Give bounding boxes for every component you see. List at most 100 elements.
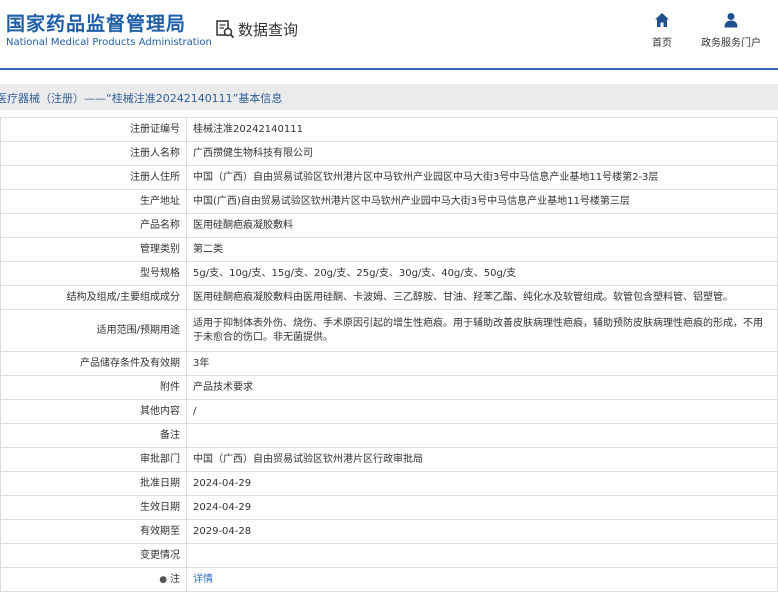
field-label-text: 型号规格 bbox=[140, 267, 180, 279]
field-label: 管理类别 bbox=[0, 237, 187, 262]
field-value-text: 适用于抑制体表外伤、烧伤、手术原因引起的增生性疤痕。用于辅助改善皮肤病理性疤痕，… bbox=[193, 317, 763, 343]
field-value: 产品技术要求 bbox=[186, 375, 778, 400]
field-value: 中国（广西）自由贸易试验区钦州港片区行政审批局 bbox=[186, 447, 778, 472]
table-row: 变更情况 bbox=[0, 543, 778, 568]
field-value-text: 产品技术要求 bbox=[193, 381, 253, 393]
nav-service-portal-label: 政务服务门户 bbox=[701, 38, 761, 49]
nav-home[interactable]: 首页 bbox=[650, 12, 674, 49]
field-label: 生产地址 bbox=[0, 189, 187, 214]
field-label: 型号规格 bbox=[0, 261, 187, 286]
field-label: 批准日期 bbox=[0, 471, 187, 496]
pin-icon: ● bbox=[159, 574, 170, 585]
site-header: 国家药品监督管理局 National Medical Products Admi… bbox=[0, 0, 778, 68]
field-value-text: 桂械注准20242140111 bbox=[193, 123, 303, 135]
field-value: 广西攒健生物科技有限公司 bbox=[186, 141, 778, 166]
data-query-label: 数据查询 bbox=[238, 20, 299, 39]
field-label-text: 结构及组成/主要组成成分 bbox=[66, 291, 180, 303]
field-value: 中国（广西）自由贸易试验区钦州港片区中马钦州产业园区中马大街3号中马信息产业基地… bbox=[186, 165, 778, 190]
field-value: 桂械注准20242140111 bbox=[186, 117, 778, 142]
field-label-text: 注 bbox=[170, 573, 180, 585]
field-value: 2024-04-29 bbox=[186, 471, 778, 496]
field-value: 详情 bbox=[186, 567, 778, 592]
field-value-text: 中国（广西）自由贸易试验区钦州港片区中马钦州产业园区中马大街3号中马信息产业基地… bbox=[193, 171, 659, 183]
table-row: 其他内容 / bbox=[0, 399, 778, 424]
table-row: 注册证编号 桂械注准20242140111 bbox=[0, 117, 778, 142]
field-label-text: 注册人名称 bbox=[130, 147, 180, 159]
field-value-text: 2024-04-29 bbox=[193, 477, 252, 489]
table-row: 产品名称 医用硅酮疤痕凝胶敷料 bbox=[0, 213, 778, 238]
field-label: 其他内容 bbox=[0, 399, 187, 424]
field-value bbox=[186, 423, 778, 448]
data-query-button[interactable]: 数据查询 bbox=[215, 19, 298, 39]
field-value: 2029-04-28 bbox=[186, 519, 778, 544]
table-row: 产品储存条件及有效期 3年 bbox=[0, 351, 778, 376]
field-value-text: 医用硅酮疤痕凝胶敷料 bbox=[193, 219, 293, 231]
field-label: ● 注 bbox=[0, 567, 187, 592]
field-value: 5g/支、10g/支、15g/支、20g/支、25g/支、30g/支、40g/支… bbox=[186, 261, 778, 286]
field-label-text: 附件 bbox=[160, 381, 180, 393]
details-link[interactable]: 详情 bbox=[193, 574, 213, 585]
table-row: 型号规格 5g/支、10g/支、15g/支、20g/支、25g/支、30g/支、4… bbox=[0, 261, 778, 286]
field-label: 注册人名称 bbox=[0, 141, 187, 166]
field-value-text: 5g/支、10g/支、15g/支、20g/支、25g/支、30g/支、40g/支… bbox=[193, 267, 517, 279]
field-label-text: 备注 bbox=[160, 429, 180, 441]
field-value: 中国(广西)自由贸易试验区钦州港片区中马钦州产业园中马大街3号中马信息产业基地1… bbox=[186, 189, 778, 214]
field-value: 适用于抑制体表外伤、烧伤、手术原因引起的增生性疤痕。用于辅助改善皮肤病理性疤痕，… bbox=[186, 309, 778, 352]
detail-title-bar: 医疗器械（注册）——“桂械注准20242140111”基本信息 bbox=[0, 84, 778, 110]
table-row: 备注 bbox=[0, 423, 778, 448]
nav-home-label: 首页 bbox=[652, 38, 672, 49]
field-label: 产品储存条件及有效期 bbox=[0, 351, 187, 376]
field-value-text: 3年 bbox=[193, 357, 210, 369]
field-label: 变更情况 bbox=[0, 543, 187, 568]
field-label: 注册证编号 bbox=[0, 117, 187, 142]
field-value-text: / bbox=[193, 405, 197, 417]
field-value bbox=[186, 543, 778, 568]
field-label-text: 生产地址 bbox=[140, 195, 180, 207]
field-label-text: 管理类别 bbox=[140, 243, 180, 255]
table-row: 注册人住所 中国（广西）自由贸易试验区钦州港片区中马钦州产业园区中马大街3号中马信… bbox=[0, 165, 778, 190]
table-row: 审批部门 中国（广西）自由贸易试验区钦州港片区行政审批局 bbox=[0, 447, 778, 472]
table-row: 生效日期 2024-04-29 bbox=[0, 495, 778, 520]
field-value-text: 中国(广西)自由贸易试验区钦州港片区中马钦州产业园中马大街3号中马信息产业基地1… bbox=[193, 195, 630, 207]
field-label: 注册人住所 bbox=[0, 165, 187, 190]
field-value: 医用硅酮疤痕凝胶敷料由医用硅酮、卡波姆、三乙醇胺、甘油、羟苯乙酯、纯化水及软管组… bbox=[186, 285, 778, 310]
field-label-text: 注册人住所 bbox=[130, 171, 180, 183]
table-row: ● 注详情 bbox=[0, 567, 778, 592]
field-value: / bbox=[186, 399, 778, 424]
field-label-text: 生效日期 bbox=[140, 501, 180, 513]
field-label-text: 变更情况 bbox=[140, 549, 180, 561]
search-document-icon bbox=[216, 20, 235, 39]
field-label: 结构及组成/主要组成成分 bbox=[0, 285, 187, 310]
field-label-text: 适用范围/预期用途 bbox=[96, 324, 180, 336]
table-row: 注册人名称 广西攒健生物科技有限公司 bbox=[0, 141, 778, 166]
field-label: 有效期至 bbox=[0, 519, 187, 544]
field-label: 生效日期 bbox=[0, 495, 187, 520]
site-logo-title[interactable]: 国家药品监督管理局 bbox=[6, 9, 186, 36]
field-label-text: 批准日期 bbox=[140, 477, 180, 489]
detail-title: 医疗器械（注册）——“桂械注准20242140111”基本信息 bbox=[0, 92, 283, 105]
field-label-text: 其他内容 bbox=[140, 405, 180, 417]
table-row: 有效期至 2029-04-28 bbox=[0, 519, 778, 544]
user-icon bbox=[724, 13, 738, 28]
nav-service-portal[interactable]: 政务服务门户 bbox=[700, 12, 762, 49]
field-value: 2024-04-29 bbox=[186, 495, 778, 520]
field-value-text: 医用硅酮疤痕凝胶敷料由医用硅酮、卡波姆、三乙醇胺、甘油、羟苯乙酯、纯化水及软管组… bbox=[193, 291, 733, 303]
field-value: 医用硅酮疤痕凝胶敷料 bbox=[186, 213, 778, 238]
field-label: 适用范围/预期用途 bbox=[0, 309, 187, 352]
field-value-text: 中国（广西）自由贸易试验区钦州港片区行政审批局 bbox=[193, 453, 423, 465]
field-label-text: 产品储存条件及有效期 bbox=[80, 357, 180, 369]
field-label-text: 产品名称 bbox=[140, 219, 180, 231]
table-row: 生产地址 中国(广西)自由贸易试验区钦州港片区中马钦州产业园中马大街3号中马信息产… bbox=[0, 189, 778, 214]
field-label-text: 注册证编号 bbox=[130, 123, 180, 135]
table-row: 管理类别 第二类 bbox=[0, 237, 778, 262]
field-label: 附件 bbox=[0, 375, 187, 400]
site-logo-subtitle[interactable]: National Medical Products Administration bbox=[6, 37, 212, 48]
registration-detail-table: 注册证编号 桂械注准20242140111 注册人名称 广西攒健生物科技有限公司 注册人… bbox=[0, 117, 778, 592]
field-value: 第二类 bbox=[186, 237, 778, 262]
field-label: 产品名称 bbox=[0, 213, 187, 238]
table-row: 结构及组成/主要组成成分 医用硅酮疤痕凝胶敷料由医用硅酮、卡波姆、三乙醇胺、甘油、… bbox=[0, 285, 778, 310]
field-value-text: 广西攒健生物科技有限公司 bbox=[193, 147, 313, 159]
table-row: 附件 产品技术要求 bbox=[0, 375, 778, 400]
field-value: 3年 bbox=[186, 351, 778, 376]
table-row: 批准日期 2024-04-29 bbox=[0, 471, 778, 496]
